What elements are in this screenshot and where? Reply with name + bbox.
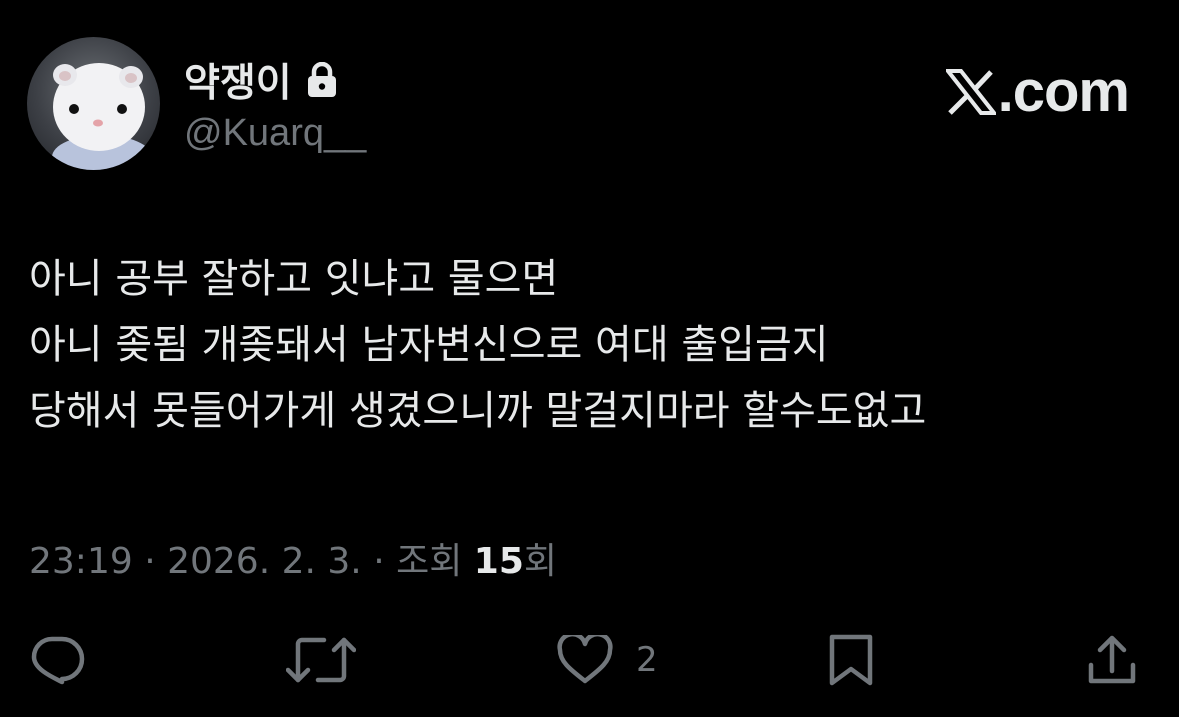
tweet-time[interactable]: 23:19 — [29, 541, 133, 582]
like-count: 2 — [636, 640, 658, 680]
retweet-button[interactable] — [286, 628, 356, 692]
like-button[interactable]: 2 — [556, 628, 658, 692]
brand-suffix: .com — [997, 59, 1130, 124]
author-handle[interactable]: @Kuarq__ — [184, 112, 366, 155]
tweet-date[interactable]: 2026. 2. 3. — [167, 541, 362, 582]
x-logo-icon — [945, 68, 996, 115]
reply-icon — [31, 636, 85, 685]
meta-separator: · — [132, 541, 168, 582]
author-display-name[interactable]: 약쟁이 — [184, 52, 292, 108]
bookmark-button[interactable] — [826, 628, 876, 692]
avatar[interactable] — [27, 37, 160, 170]
bookmark-icon — [829, 634, 873, 686]
lock-icon — [306, 62, 338, 98]
tweet-meta: 23:19 · 2026. 2. 3. · 조회 15회 — [29, 532, 557, 584]
x-com-logo: .com — [945, 58, 1130, 125]
share-icon — [1088, 635, 1136, 684]
share-button[interactable] — [1086, 628, 1138, 692]
author-name-row[interactable]: 약쟁이 — [184, 52, 338, 108]
tweet-line: 아니 좆됨 개좆돼서 남자변신으로 여대 출입금지 — [29, 322, 829, 368]
tweet-line: 당해서 못들어가게 생겼으니까 말걸지마라 할수도없고 — [29, 388, 927, 434]
action-bar: 2 — [0, 628, 1179, 692]
reply-button[interactable] — [28, 628, 86, 692]
tweet-text: 아니 공부 잘하고 잇냐고 물으면 아니 좆됨 개좆돼서 남자변신으로 여대 출… — [29, 246, 1149, 444]
meta-separator: · — [361, 541, 397, 582]
views-label: 조회 — [396, 541, 474, 582]
tweet-line: 아니 공부 잘하고 잇냐고 물으면 — [29, 256, 559, 302]
views-count: 15 — [473, 541, 524, 582]
views-suffix: 회 — [523, 541, 558, 582]
retweet-icon — [286, 637, 356, 683]
heart-icon — [557, 635, 613, 684]
